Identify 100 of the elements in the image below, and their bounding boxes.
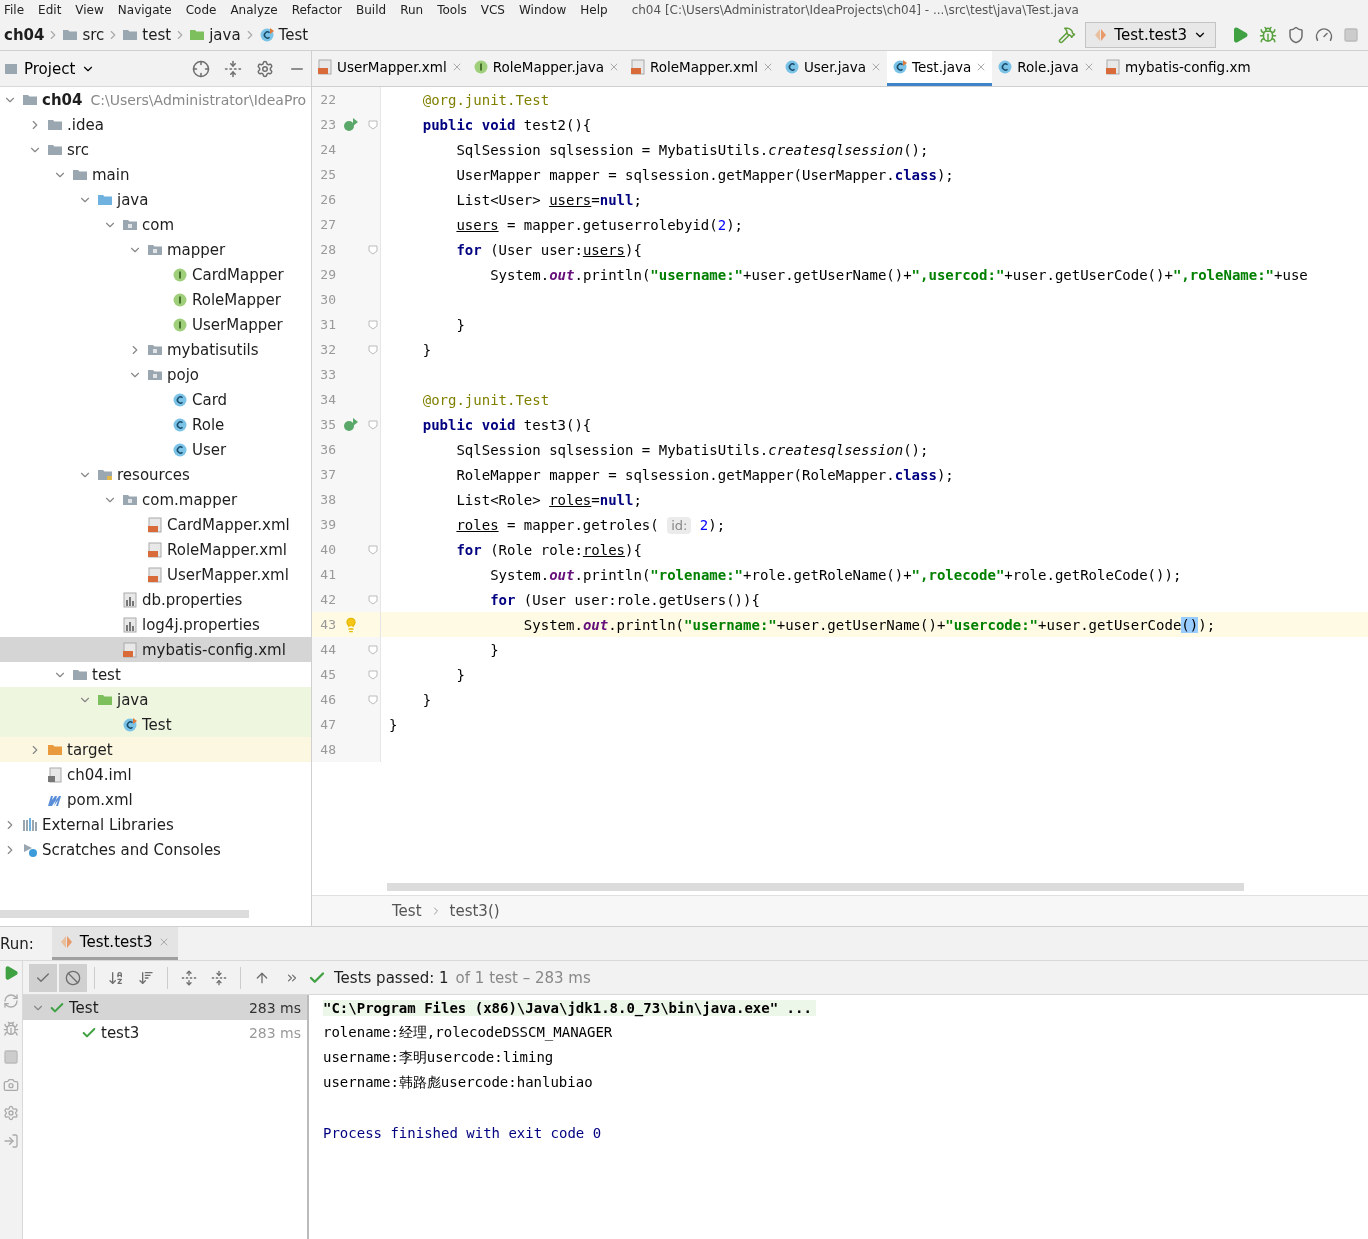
tree-item[interactable]: Role bbox=[0, 412, 311, 437]
play-icon bbox=[1231, 26, 1249, 44]
tree-item[interactable]: com bbox=[0, 212, 311, 237]
tree-item[interactable]: Test bbox=[0, 712, 311, 737]
tree-item[interactable]: User bbox=[0, 437, 311, 462]
horizontal-scrollbar[interactable] bbox=[0, 910, 249, 918]
editor-tab[interactable]: Test.java bbox=[887, 51, 993, 86]
fold-marker-icon[interactable] bbox=[368, 344, 378, 355]
fold-marker-icon[interactable] bbox=[368, 594, 378, 605]
interface-icon bbox=[472, 59, 489, 75]
test-tree-item[interactable]: Test 283 ms bbox=[23, 995, 307, 1020]
fold-marker-icon[interactable] bbox=[368, 644, 378, 655]
tree-item[interactable]: db.properties bbox=[0, 587, 311, 612]
test-root-icon bbox=[189, 27, 206, 43]
show-ignored-button[interactable] bbox=[59, 963, 87, 992]
tree-item[interactable]: RoleMapper bbox=[0, 287, 311, 312]
tree-item[interactable]: target bbox=[0, 737, 311, 762]
menu-item[interactable]: Edit bbox=[38, 3, 62, 17]
tree-item[interactable]: java bbox=[0, 687, 311, 712]
stop-icon[interactable] bbox=[3, 1049, 19, 1065]
editor-tab[interactable]: mybatis-config.xm bbox=[1099, 51, 1256, 86]
settings-icon[interactable] bbox=[3, 1105, 19, 1121]
path-hint: C:\Users\Administrator\IdeaPro bbox=[90, 91, 307, 108]
show-passed-button[interactable] bbox=[29, 963, 57, 992]
menu-item[interactable]: VCS bbox=[480, 3, 505, 17]
tree-item[interactable]: mybatisutils bbox=[0, 337, 311, 362]
tree-item[interactable]: .idea bbox=[0, 112, 311, 137]
breadcrumb[interactable]: src bbox=[62, 26, 105, 44]
fold-marker-icon[interactable] bbox=[368, 244, 378, 255]
line-number: 28 bbox=[319, 242, 336, 257]
test-class-icon bbox=[892, 59, 909, 75]
test-tree-item[interactable]: test3 283 ms bbox=[23, 1020, 307, 1045]
menu-item[interactable]: Help bbox=[580, 3, 608, 17]
tree-item[interactable]: resources bbox=[0, 462, 311, 487]
code-line: } bbox=[489, 641, 499, 658]
menu-item[interactable]: Analyze bbox=[230, 3, 278, 17]
libraries-icon bbox=[22, 816, 38, 833]
fold-marker-icon[interactable] bbox=[368, 694, 378, 705]
tree-item[interactable]: java bbox=[0, 187, 311, 212]
refresh-icon[interactable] bbox=[3, 993, 19, 1009]
run-configuration-dropdown[interactable]: Test.test3 bbox=[1085, 22, 1216, 48]
breadcrumb[interactable]: Test bbox=[392, 902, 422, 920]
tree-item[interactable]: ch04.iml bbox=[0, 762, 311, 787]
tree-item[interactable]: mapper bbox=[0, 237, 311, 262]
tree-item[interactable]: RoleMapper.xml bbox=[0, 537, 311, 562]
menu-item[interactable]: Code bbox=[185, 3, 217, 17]
run-test-icon[interactable] bbox=[343, 116, 359, 133]
line-number: 48 bbox=[319, 742, 336, 757]
editor-tab[interactable]: RoleMapper.java bbox=[467, 51, 625, 86]
project-view-dropdown[interactable]: Project bbox=[0, 59, 100, 78]
menu-item[interactable]: File bbox=[4, 3, 25, 17]
tree-item[interactable]: ch04 C:\Users\Administrator\IdeaPro bbox=[0, 87, 311, 112]
breadcrumb[interactable]: Test bbox=[258, 26, 309, 44]
menu-item[interactable]: Tools bbox=[437, 3, 467, 17]
editor-tab[interactable]: Role.java bbox=[992, 51, 1100, 86]
fold-marker-icon[interactable] bbox=[368, 419, 378, 430]
menu-item[interactable]: Build bbox=[356, 3, 387, 17]
close-icon[interactable] bbox=[608, 61, 620, 73]
menu-item[interactable]: Navigate bbox=[117, 3, 172, 17]
fold-marker-icon[interactable] bbox=[368, 544, 378, 555]
menu-item[interactable]: Refactor bbox=[291, 3, 343, 17]
tree-item[interactable]: mybatis-config.xml bbox=[0, 637, 311, 662]
tree-item[interactable]: src bbox=[0, 137, 311, 162]
rerun-icon[interactable] bbox=[3, 965, 19, 981]
horizontal-scrollbar[interactable] bbox=[387, 883, 1244, 891]
editor-tab[interactable]: RoleMapper.xml bbox=[625, 51, 779, 86]
menu-item[interactable]: View bbox=[75, 3, 104, 17]
tree-item[interactable]: Scratches and Consoles bbox=[0, 837, 311, 862]
lightbulb-icon[interactable] bbox=[343, 616, 359, 633]
run-tab[interactable]: Test.test3 bbox=[51, 927, 179, 960]
tree-item[interactable]: Card bbox=[0, 387, 311, 412]
tree-item[interactable]: main bbox=[0, 162, 311, 187]
menu-item[interactable]: Run bbox=[400, 3, 424, 17]
menu-item[interactable]: Window bbox=[518, 3, 567, 17]
tree-item[interactable]: test bbox=[0, 662, 311, 687]
camera-icon[interactable] bbox=[3, 1077, 19, 1093]
breadcrumb[interactable]: java bbox=[189, 26, 241, 44]
breadcrumb[interactable]: ch04 bbox=[4, 26, 45, 44]
editor-tab[interactable]: UserMapper.xml bbox=[312, 51, 468, 86]
fold-marker-icon[interactable] bbox=[368, 319, 378, 330]
tree-item[interactable]: UserMapper bbox=[0, 312, 311, 337]
fold-marker-icon[interactable] bbox=[368, 119, 378, 130]
code-line: UserMapper mapper = sqlsession.getMapper(UserMapper.class); bbox=[455, 166, 954, 183]
console-line: username:韩路彪usercode:hanlubiao bbox=[323, 1073, 594, 1092]
import-icon[interactable] bbox=[3, 1133, 19, 1149]
breadcrumb[interactable]: test3() bbox=[449, 902, 500, 920]
fold-marker-icon[interactable] bbox=[368, 669, 378, 680]
tree-item[interactable]: com.mapper bbox=[0, 487, 311, 512]
debug-icon[interactable] bbox=[3, 1021, 19, 1037]
tree-item[interactable]: CardMapper.xml bbox=[0, 512, 311, 537]
class-icon bbox=[172, 416, 188, 433]
tree-item[interactable]: pom.xml bbox=[0, 787, 311, 812]
tree-item[interactable]: External Libraries bbox=[0, 812, 311, 837]
tree-item[interactable]: UserMapper.xml bbox=[0, 562, 311, 587]
tree-item[interactable]: CardMapper bbox=[0, 262, 311, 287]
tree-item[interactable]: log4j.properties bbox=[0, 612, 311, 637]
tree-item[interactable]: pojo bbox=[0, 362, 311, 387]
run-test-icon[interactable] bbox=[343, 416, 359, 433]
breadcrumb[interactable]: test bbox=[122, 26, 172, 44]
editor-tab[interactable]: User.java bbox=[778, 51, 888, 86]
